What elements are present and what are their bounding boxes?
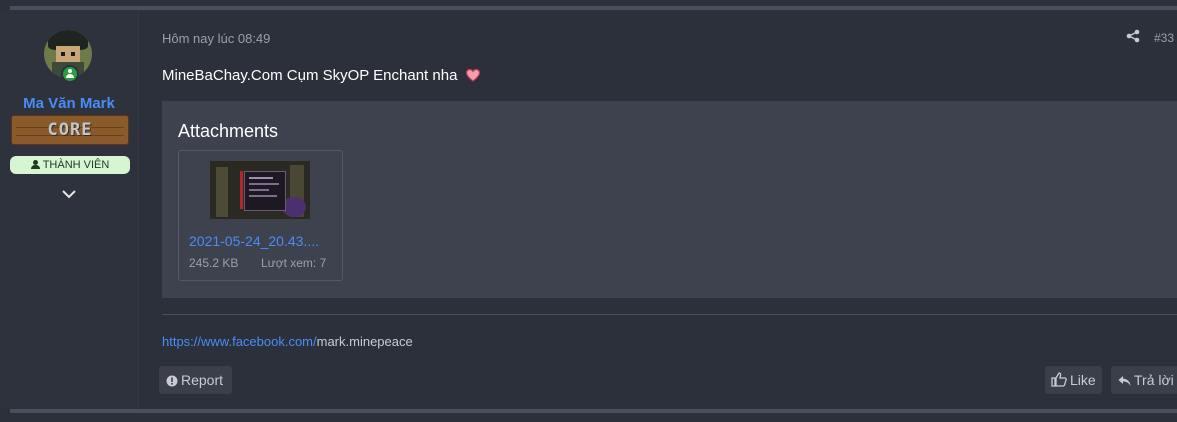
reply-icon — [1118, 376, 1131, 386]
post-message-text: MineBaChay.Com Cụm SkyOP Enchant nha — [162, 67, 458, 84]
chevron-down-icon[interactable] — [62, 189, 76, 199]
report-label: Report — [181, 372, 224, 388]
report-button[interactable]: Report — [159, 366, 232, 394]
role-badge-label: THÀNH VIÊN — [42, 159, 110, 171]
reply-label: Trả lời — [1134, 372, 1174, 388]
post-bottom-border — [10, 409, 1177, 413]
signature-link[interactable]: https://www.facebook.com/ — [162, 334, 317, 349]
reply-button[interactable]: Trả lời — [1111, 366, 1177, 394]
username[interactable]: Ma Văn Mark — [0, 95, 138, 112]
attachment-filename[interactable]: 2021-05-24_20.43.... — [189, 233, 337, 249]
user-icon — [30, 160, 40, 169]
attachment-filesize: 245.2 KB — [189, 256, 239, 270]
heart-icon — [465, 68, 480, 82]
like-button[interactable]: Like — [1045, 366, 1102, 394]
online-status-icon — [61, 65, 79, 83]
info-circle-icon — [166, 375, 178, 387]
signature-divider — [162, 314, 1177, 315]
post-timestamp[interactable]: Hôm nay lúc 08:49 — [162, 31, 270, 46]
user-sidebar: Ma Văn Mark CORE THÀNH VIÊN — [0, 10, 139, 409]
attachment-views: Lượt xem: 7 — [261, 256, 327, 270]
like-label: Like — [1070, 372, 1096, 388]
attachments-title: Attachments — [178, 121, 279, 141]
post-number[interactable]: #33 — [1154, 31, 1174, 45]
share-icon[interactable] — [1126, 29, 1140, 43]
role-badge: THÀNH VIÊN — [10, 156, 130, 174]
user-rank-banner: CORE — [11, 115, 129, 145]
post-top-border — [10, 6, 1177, 10]
thumbs-up-icon — [1051, 372, 1067, 387]
attachment-card[interactable]: 2021-05-24_20.43.... 245.2 KB Lượt xem: … — [178, 150, 343, 281]
post-message: MineBaChay.Com Cụm SkyOP Enchant nha — [162, 67, 481, 84]
signature-link-path[interactable]: mark.minepeace — [317, 334, 413, 349]
attachments-block: Attachments 2021-05-24_20.43.... 245.2 K… — [162, 101, 1177, 298]
signature: https://www.facebook.com/mark.minepeace — [162, 334, 413, 349]
attachment-thumbnail[interactable] — [210, 161, 310, 219]
rank-banner-text: CORE — [47, 120, 93, 140]
